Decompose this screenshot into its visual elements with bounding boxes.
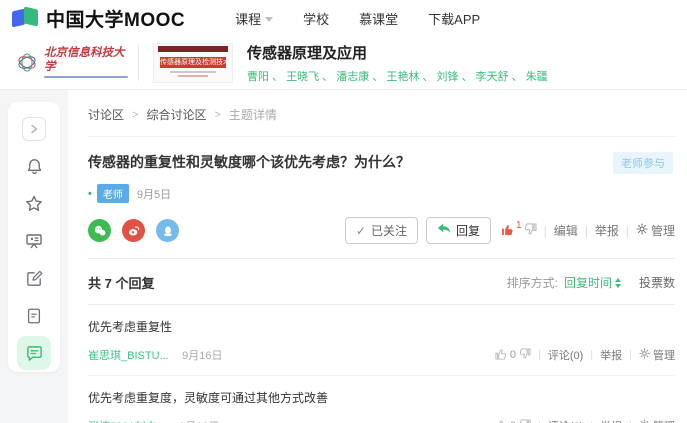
gear-icon bbox=[639, 419, 650, 423]
reply-manage-link[interactable]: 管理 bbox=[639, 347, 675, 363]
reply-report-link[interactable]: 举报 bbox=[600, 347, 622, 363]
course-cover-banner: 传感器原理及检测技术 bbox=[160, 56, 226, 68]
nav-item-mooc-class[interactable]: 慕课堂 bbox=[359, 9, 398, 28]
share-icons bbox=[88, 219, 179, 242]
topic-date: 9月5日 bbox=[136, 188, 172, 201]
presentation-icon bbox=[24, 231, 44, 251]
star-icon bbox=[24, 194, 44, 214]
thumbs-up-icon[interactable] bbox=[501, 223, 514, 239]
university-subtitle-line bbox=[44, 75, 128, 78]
reply-comment-link[interactable]: 评论(0) bbox=[548, 347, 583, 363]
like-count: 1 bbox=[516, 219, 522, 231]
chat-icon bbox=[17, 336, 51, 371]
sort-label: 排序方式: bbox=[506, 276, 558, 290]
breadcrumb-forum[interactable]: 讨论区 bbox=[88, 106, 124, 123]
breadcrumb-topic-detail: 主题详情 bbox=[228, 108, 277, 122]
course-title[interactable]: 传感器原理及应用 bbox=[247, 42, 548, 63]
reply-author[interactable]: 崔思琪_BISTU... bbox=[88, 350, 169, 362]
gear-icon bbox=[636, 223, 648, 238]
bell-icon bbox=[25, 157, 44, 176]
reply-like-count: 0 bbox=[509, 349, 516, 361]
course-instructors[interactable]: 曹阳 、 王晓飞 、 潘志康 、 王艳林 、 刘锋 、 李天舒 、 朱疆 bbox=[247, 68, 548, 84]
chevron-right-icon bbox=[22, 116, 46, 141]
breadcrumb: 讨论区 > 综合讨论区 > 主题详情 bbox=[88, 106, 675, 137]
nav-item-courses[interactable]: 课程 bbox=[235, 9, 274, 28]
university-logo[interactable]: 北京信息科技大学 bbox=[16, 47, 128, 78]
reply-manage-link[interactable]: 管理 bbox=[639, 418, 675, 423]
top-nav-menu: 课程 学校 慕课堂 下载APP bbox=[235, 9, 480, 28]
edit-icon bbox=[25, 269, 44, 288]
topic-card: 传感器的重复性和灵敏度哪个该优先考虑？为什么？ 老师参与 • 老师 9月5日 ✓… bbox=[88, 137, 675, 259]
top-navbar: 中国大学MOOC 课程 学校 慕课堂 下载APP bbox=[0, 0, 687, 36]
nav-item-schools[interactable]: 学校 bbox=[303, 9, 329, 28]
thumbs-down-icon[interactable] bbox=[524, 222, 537, 239]
author-dot: • bbox=[88, 187, 92, 200]
course-header: 北京信息科技大学 传感器原理及检测技术 传感器原理及应用 曹阳 、 王晓飞 、 … bbox=[0, 36, 687, 90]
report-link[interactable]: 举报 bbox=[595, 222, 619, 239]
sidebar-item-exams[interactable] bbox=[8, 297, 60, 334]
reply-button[interactable]: 回复 bbox=[426, 217, 492, 244]
topic-title: 传感器的重复性和灵敏度哪个该优先考虑？为什么？ bbox=[88, 154, 410, 170]
mooc-logo-text: 中国大学MOOC bbox=[46, 9, 186, 31]
reply-comment-link[interactable]: 评论(0) bbox=[548, 418, 583, 423]
thumbs-down-icon[interactable] bbox=[519, 347, 531, 363]
replies-header: 共 7 个回复 排序方式: 回复时间 投票数 bbox=[88, 259, 675, 305]
sort-arrows-icon bbox=[614, 277, 621, 288]
divider bbox=[138, 44, 139, 81]
document-icon bbox=[25, 307, 43, 325]
wechat-share-icon[interactable] bbox=[88, 219, 111, 242]
qq-share-icon[interactable] bbox=[156, 219, 179, 242]
reply-item: 优先考虑重复度，灵敏度可通过其他方式改善 测控2201刘中... 9月13日 0… bbox=[88, 376, 675, 423]
reply-content: 优先考虑重复度，灵敏度可通过其他方式改善 bbox=[88, 391, 329, 405]
reply-content: 优先考虑重复性 bbox=[88, 320, 173, 334]
sidebar-item-discussion[interactable] bbox=[8, 335, 60, 372]
weibo-share-icon[interactable] bbox=[122, 219, 145, 242]
reply-arrow-icon bbox=[437, 223, 451, 238]
mooc-logo[interactable]: 中国大学MOOC bbox=[12, 5, 185, 32]
main-panel: 讨论区 > 综合讨论区 > 主题详情 传感器的重复性和灵敏度哪个该优先考虑？为什… bbox=[68, 90, 687, 423]
sidebar-item-notifications[interactable] bbox=[8, 147, 60, 184]
breadcrumb-separator: > bbox=[214, 108, 221, 121]
course-cover-image[interactable]: 传感器原理及检测技术 bbox=[153, 42, 233, 83]
check-icon: ✓ bbox=[355, 223, 366, 238]
thumbs-up-icon[interactable] bbox=[495, 348, 507, 363]
edit-link[interactable]: 编辑 bbox=[554, 222, 578, 239]
breadcrumb-separator: > bbox=[132, 108, 139, 121]
sidebar-expand-button[interactable] bbox=[8, 110, 60, 147]
university-logo-icon bbox=[16, 52, 38, 74]
sidebar bbox=[8, 102, 60, 372]
sidebar-item-assignments[interactable] bbox=[8, 260, 60, 297]
followed-button[interactable]: ✓ 已关注 bbox=[344, 217, 418, 244]
sort-by-votes[interactable]: 投票数 bbox=[639, 274, 675, 291]
university-name: 北京信息科技大学 bbox=[44, 47, 125, 73]
sort-by-reply-time[interactable]: 回复时间 bbox=[564, 274, 621, 291]
reply-report-link[interactable]: 举报 bbox=[600, 418, 622, 423]
nav-item-download-app[interactable]: 下载APP bbox=[428, 9, 480, 28]
thumbs-up-icon[interactable] bbox=[495, 419, 507, 423]
thumbs-down-icon[interactable] bbox=[519, 418, 531, 423]
manage-link[interactable]: 管理 bbox=[636, 222, 675, 239]
sidebar-strip bbox=[0, 90, 68, 423]
chevron-down-icon bbox=[265, 16, 274, 22]
replies-count: 共 7 个回复 bbox=[88, 276, 155, 291]
sidebar-item-favorites[interactable] bbox=[8, 185, 60, 222]
sidebar-item-live-class[interactable] bbox=[8, 222, 60, 259]
teacher-participate-badge: 老师参与 bbox=[613, 152, 673, 174]
breadcrumb-general-forum[interactable]: 综合讨论区 bbox=[146, 106, 206, 123]
gear-icon bbox=[639, 348, 650, 362]
reply-date: 9月16日 bbox=[182, 350, 223, 362]
reply-item: 优先考虑重复性 崔思琪_BISTU... 9月16日 0 评论(0) 举报 bbox=[88, 305, 675, 376]
mooc-logo-icon bbox=[12, 6, 39, 29]
teacher-role-badge: 老师 bbox=[96, 184, 129, 203]
